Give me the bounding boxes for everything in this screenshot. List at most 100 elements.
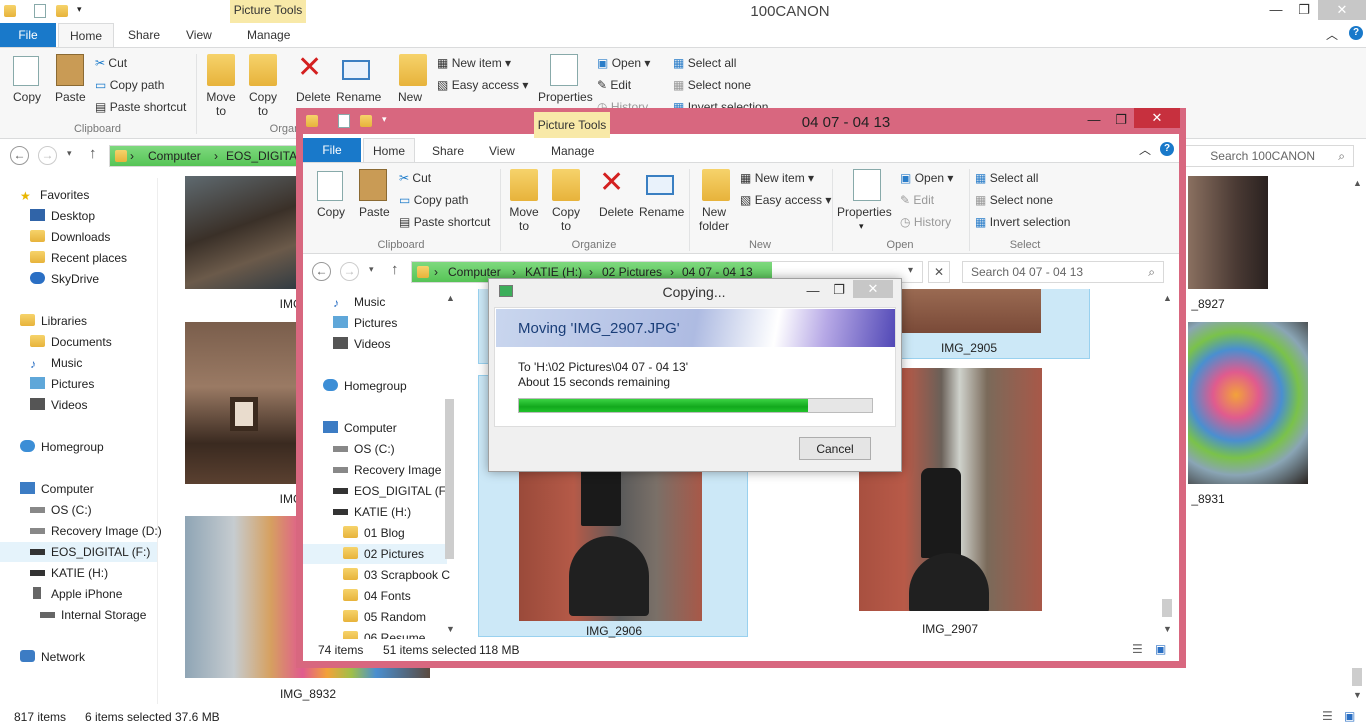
copy-path-button[interactable]: ▭ Copy path <box>399 193 468 207</box>
copy-to-button[interactable]: Copy to <box>247 90 279 118</box>
copy-button[interactable]: Copy <box>317 205 345 219</box>
customize-quick-access-icon[interactable]: ▾ <box>77 4 82 15</box>
nav-favorites[interactable]: ★ Favorites <box>20 188 89 203</box>
nav-videos[interactable]: Videos <box>333 337 390 351</box>
up-arrow-icon[interactable]: ↑ <box>89 145 97 162</box>
nav-recovery-drive[interactable]: Recovery Image (D:) <box>30 524 162 538</box>
nav-computer[interactable]: Computer <box>20 482 94 496</box>
cancel-button[interactable]: Cancel <box>799 437 871 460</box>
forward-arrow-icon[interactable]: → <box>38 146 57 165</box>
scroll-down-icon[interactable]: ▼ <box>1163 624 1172 634</box>
delete-button[interactable]: Delete <box>296 90 331 104</box>
copy-large-icon[interactable] <box>13 56 39 86</box>
delete-x-icon[interactable]: ✕ <box>599 167 624 199</box>
nav-iphone[interactable]: Apple iPhone <box>30 587 122 601</box>
paste-large-icon[interactable] <box>359 169 387 201</box>
tab-file[interactable]: File <box>0 23 56 47</box>
nav-computer[interactable]: Computer <box>323 421 397 435</box>
nav-music[interactable]: ♪ Music <box>333 295 385 310</box>
new-item-button[interactable]: ▦ New item ▾ <box>740 171 814 185</box>
tab-home[interactable]: Home <box>363 138 415 163</box>
cut-button[interactable]: ✂ Cut <box>399 171 431 185</box>
collapse-ribbon-icon[interactable]: ︿ <box>1326 26 1338 43</box>
nav-folder-fonts[interactable]: 04 Fonts <box>343 589 411 603</box>
rename-icon[interactable] <box>342 60 370 80</box>
minimize-icon[interactable]: — <box>1080 110 1108 130</box>
new-folder-quick-icon[interactable] <box>360 115 372 127</box>
move-to-icon[interactable] <box>207 54 235 86</box>
scroll-up-icon[interactable]: ▲ <box>1353 178 1362 188</box>
front-title-bar[interactable]: ▾ Picture Tools 04 07 - 04 13 — ❐ ✕ <box>296 108 1186 138</box>
nav-folder-resume[interactable]: 06 Resume <box>343 631 425 639</box>
nav-recent[interactable]: Recent places <box>30 251 127 265</box>
easy-access-button[interactable]: ▧ Easy access ▾ <box>437 78 528 92</box>
new-folder-button[interactable]: New folder <box>398 90 424 104</box>
move-to-button[interactable]: Move to <box>205 90 237 118</box>
breadcrumb-computer[interactable]: Computer <box>148 146 201 166</box>
details-view-icon[interactable]: ☰ <box>1322 709 1333 723</box>
thumbnail-room[interactable] <box>1188 176 1268 289</box>
delete-x-icon[interactable]: ✕ <box>297 52 322 84</box>
nav-scrollbar[interactable]: ▲ ▼ <box>444 289 455 639</box>
dialog-title-bar[interactable]: Copying... — ❐ ✕ <box>489 279 901 305</box>
new-folder-icon[interactable] <box>399 54 427 86</box>
nav-katie-drive[interactable]: KATIE (H:) <box>30 566 108 580</box>
new-folder-button[interactable]: New folder <box>694 205 734 233</box>
invert-selection-button[interactable]: ▦ Invert selection <box>975 215 1070 229</box>
thumbnail-balloon-arch[interactable] <box>1188 322 1308 484</box>
nav-katie-drive[interactable]: KATIE (H:) <box>333 505 411 519</box>
rename-icon[interactable] <box>646 175 674 195</box>
back-arrow-icon[interactable]: ← <box>10 146 29 165</box>
back-title-bar[interactable]: ▾ Picture Tools 100CANON — ❐ ✕ <box>0 0 1366 23</box>
recent-locations-icon[interactable]: ▾ <box>67 148 72 159</box>
forward-arrow-icon[interactable]: → <box>340 262 359 281</box>
open-button[interactable]: ▣ Open ▾ <box>597 56 650 70</box>
nav-homegroup[interactable]: Homegroup <box>323 379 407 393</box>
tab-manage[interactable]: Manage <box>247 28 290 42</box>
nav-eos-drive[interactable]: EOS_DIGITAL (F:) <box>333 484 453 498</box>
nav-internal-storage[interactable]: Internal Storage <box>40 608 146 622</box>
properties-quick-icon[interactable] <box>338 114 350 128</box>
nav-homegroup[interactable]: Homegroup <box>20 440 104 454</box>
up-arrow-icon[interactable]: ↑ <box>391 261 399 278</box>
nav-os-drive[interactable]: OS (C:) <box>30 503 92 517</box>
properties-quick-icon[interactable] <box>34 4 46 18</box>
nav-eos-drive[interactable]: EOS_DIGITAL (F:) <box>0 542 157 562</box>
maximize-icon[interactable]: ❐ <box>825 280 853 300</box>
tab-home[interactable]: Home <box>58 23 114 48</box>
scrollbar-thumb[interactable] <box>445 399 454 559</box>
recent-locations-icon[interactable]: ▾ <box>369 264 374 275</box>
nav-downloads[interactable]: Downloads <box>30 230 110 244</box>
copy-button[interactable]: Copy <box>13 90 41 104</box>
front-search-input[interactable]: Search 04 07 - 04 13 ⌕ <box>962 261 1164 283</box>
scroll-down-icon[interactable]: ▼ <box>1353 690 1362 700</box>
breadcrumb-eos[interactable]: EOS_DIGITAL <box>226 146 304 166</box>
maximize-icon[interactable]: ❐ <box>1290 0 1318 20</box>
collapse-ribbon-icon[interactable]: ︿ <box>1139 141 1151 158</box>
paste-button[interactable]: Paste <box>359 205 390 219</box>
customize-quick-access-icon[interactable]: ▾ <box>382 114 387 125</box>
help-icon[interactable]: ? <box>1160 142 1174 156</box>
tab-view[interactable]: View <box>186 28 212 42</box>
scroll-up-icon[interactable]: ▲ <box>1163 293 1172 303</box>
tab-manage[interactable]: Manage <box>551 144 594 158</box>
help-icon[interactable]: ? <box>1349 26 1363 40</box>
edit-button[interactable]: ✎ Edit <box>900 193 934 207</box>
select-none-button[interactable]: ▦ Select none <box>673 78 751 92</box>
close-icon[interactable]: ✕ <box>1318 0 1366 20</box>
nav-os-drive[interactable]: OS (C:) <box>333 442 395 456</box>
thumbnail-rocks[interactable] <box>185 176 302 289</box>
nav-folder-pictures[interactable]: 02 Pictures <box>303 544 447 564</box>
nav-pictures[interactable]: Pictures <box>333 316 397 330</box>
paste-shortcut-button[interactable]: ▤ Paste shortcut <box>95 100 186 114</box>
large-icons-view-icon[interactable]: ▣ <box>1155 642 1166 656</box>
maximize-icon[interactable]: ❐ <box>1107 110 1135 130</box>
large-icons-view-icon[interactable]: ▣ <box>1344 709 1355 723</box>
easy-access-button[interactable]: ▧ Easy access ▾ <box>740 193 831 207</box>
scroll-down-icon[interactable]: ▼ <box>446 624 455 634</box>
tab-share[interactable]: Share <box>128 28 160 42</box>
nav-documents[interactable]: Documents <box>30 335 112 349</box>
back-address-bar[interactable]: › Computer › EOS_DIGITAL <box>109 145 310 167</box>
edit-button[interactable]: ✎ Edit <box>597 78 631 92</box>
back-arrow-icon[interactable]: ← <box>312 262 331 281</box>
